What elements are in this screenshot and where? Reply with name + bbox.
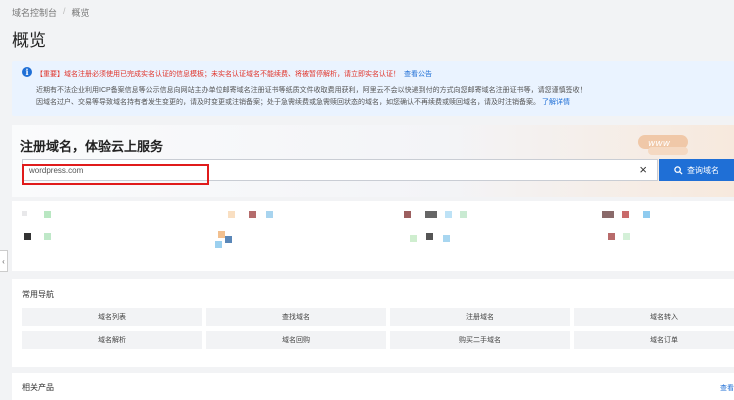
nav-find-domain[interactable]: 查找域名 <box>206 308 386 326</box>
blurred-stat-block <box>24 233 31 240</box>
blurred-stat-block <box>249 211 256 218</box>
decorative-graphic: www <box>638 135 688 155</box>
related-products-panel: 相关产品 查看 <box>12 373 734 400</box>
blurred-stat-block <box>404 211 411 218</box>
clear-icon[interactable]: × <box>639 161 647 179</box>
blurred-stat-block <box>225 236 232 243</box>
blurred-stat-block <box>410 235 417 242</box>
blurred-stat-block <box>426 233 433 240</box>
annotation-highlight-box <box>22 164 209 185</box>
blurred-stat-block <box>445 211 452 218</box>
notice-announcement-link[interactable]: 查看公告 <box>404 71 432 78</box>
blurred-stat-block <box>215 241 222 248</box>
blurred-stat-block <box>266 211 273 218</box>
register-domain-panel: 注册域名，体验云上服务 www × 查询域名 <box>12 125 734 197</box>
notice-warning-text: 【重要】域名注册必须使用已完成实名认证的信息模板；未实名认证域名不能续费、将被暂… <box>36 71 400 78</box>
blurred-stat-block <box>602 211 614 218</box>
notice-line-3-text: 因域名过户、交易等导致域名持有者发生变更的，请及时变更或注销备案；处于急需续费或… <box>36 99 540 106</box>
breadcrumb-root[interactable]: 域名控制台 <box>12 6 57 19</box>
blurred-stat-block <box>608 233 615 240</box>
search-domain-button[interactable]: 查询域名 <box>659 159 734 181</box>
page-title: 概览 <box>12 31 46 50</box>
blurred-stat-block <box>22 211 27 216</box>
notice-banner: i 【重要】域名注册必须使用已完成实名认证的信息模板；未实名认证域名不能续费、将… <box>12 61 734 116</box>
nav-domain-orders[interactable]: 域名订单 <box>574 331 734 349</box>
blurred-stat-block <box>623 233 630 240</box>
related-products-link[interactable]: 查看 <box>720 383 734 393</box>
blurred-stat-block <box>44 233 51 240</box>
info-icon: i <box>22 67 32 77</box>
blurred-stat-block <box>44 211 51 218</box>
blurred-stat-block <box>643 211 650 218</box>
notice-details-link[interactable]: 了解详情 <box>542 99 570 106</box>
quick-nav-panel: 常用导航 域名列表 查找域名 注册域名 域名转入 域名解析 域名回购 购买二手域… <box>12 279 734 367</box>
nav-domain-transfer[interactable]: 域名转入 <box>574 308 734 326</box>
register-title: 注册域名，体验云上服务 <box>20 139 164 154</box>
notice-line-2: 近期有不法企业利用ICP备案信息等公示信息向网站主办单位邮寄域名注册证书等纸质文… <box>36 87 587 94</box>
nav-domain-buyback[interactable]: 域名回购 <box>206 331 386 349</box>
blurred-stat-block <box>443 235 450 242</box>
notice-line-1: 【重要】域名注册必须使用已完成实名认证的信息模板；未实名认证域名不能续费、将被暂… <box>36 69 432 79</box>
svg-text:www: www <box>648 139 671 149</box>
search-icon <box>674 165 683 175</box>
domain-stats-panel <box>12 201 734 271</box>
search-domain-button-label: 查询域名 <box>687 165 719 175</box>
nav-domain-dns[interactable]: 域名解析 <box>22 331 202 349</box>
breadcrumb-current: 概览 <box>71 8 90 18</box>
quick-nav-title: 常用导航 <box>22 290 54 299</box>
related-products-title: 相关产品 <box>22 383 54 392</box>
blurred-stat-block <box>622 211 629 218</box>
blurred-stat-block <box>460 211 467 218</box>
nav-domain-list[interactable]: 域名列表 <box>22 308 202 326</box>
blurred-stat-block <box>218 231 225 238</box>
nav-register-domain[interactable]: 注册域名 <box>390 308 570 326</box>
sidebar-collapse-toggle[interactable]: ‹ <box>0 250 8 272</box>
breadcrumb-separator: / <box>63 6 66 16</box>
notice-line-3: 因域名过户、交易等导致域名持有者发生变更的，请及时变更或注销备案；处于急需续费或… <box>36 97 570 107</box>
blurred-stat-block <box>228 211 235 218</box>
breadcrumb: 域名控制台 / 概览 <box>12 6 90 19</box>
blurred-stat-block <box>425 211 437 218</box>
quick-nav-grid: 域名列表 查找域名 注册域名 域名转入 域名解析 域名回购 购买二手域名 域名订… <box>22 308 734 349</box>
nav-buy-used-domain[interactable]: 购买二手域名 <box>390 331 570 349</box>
